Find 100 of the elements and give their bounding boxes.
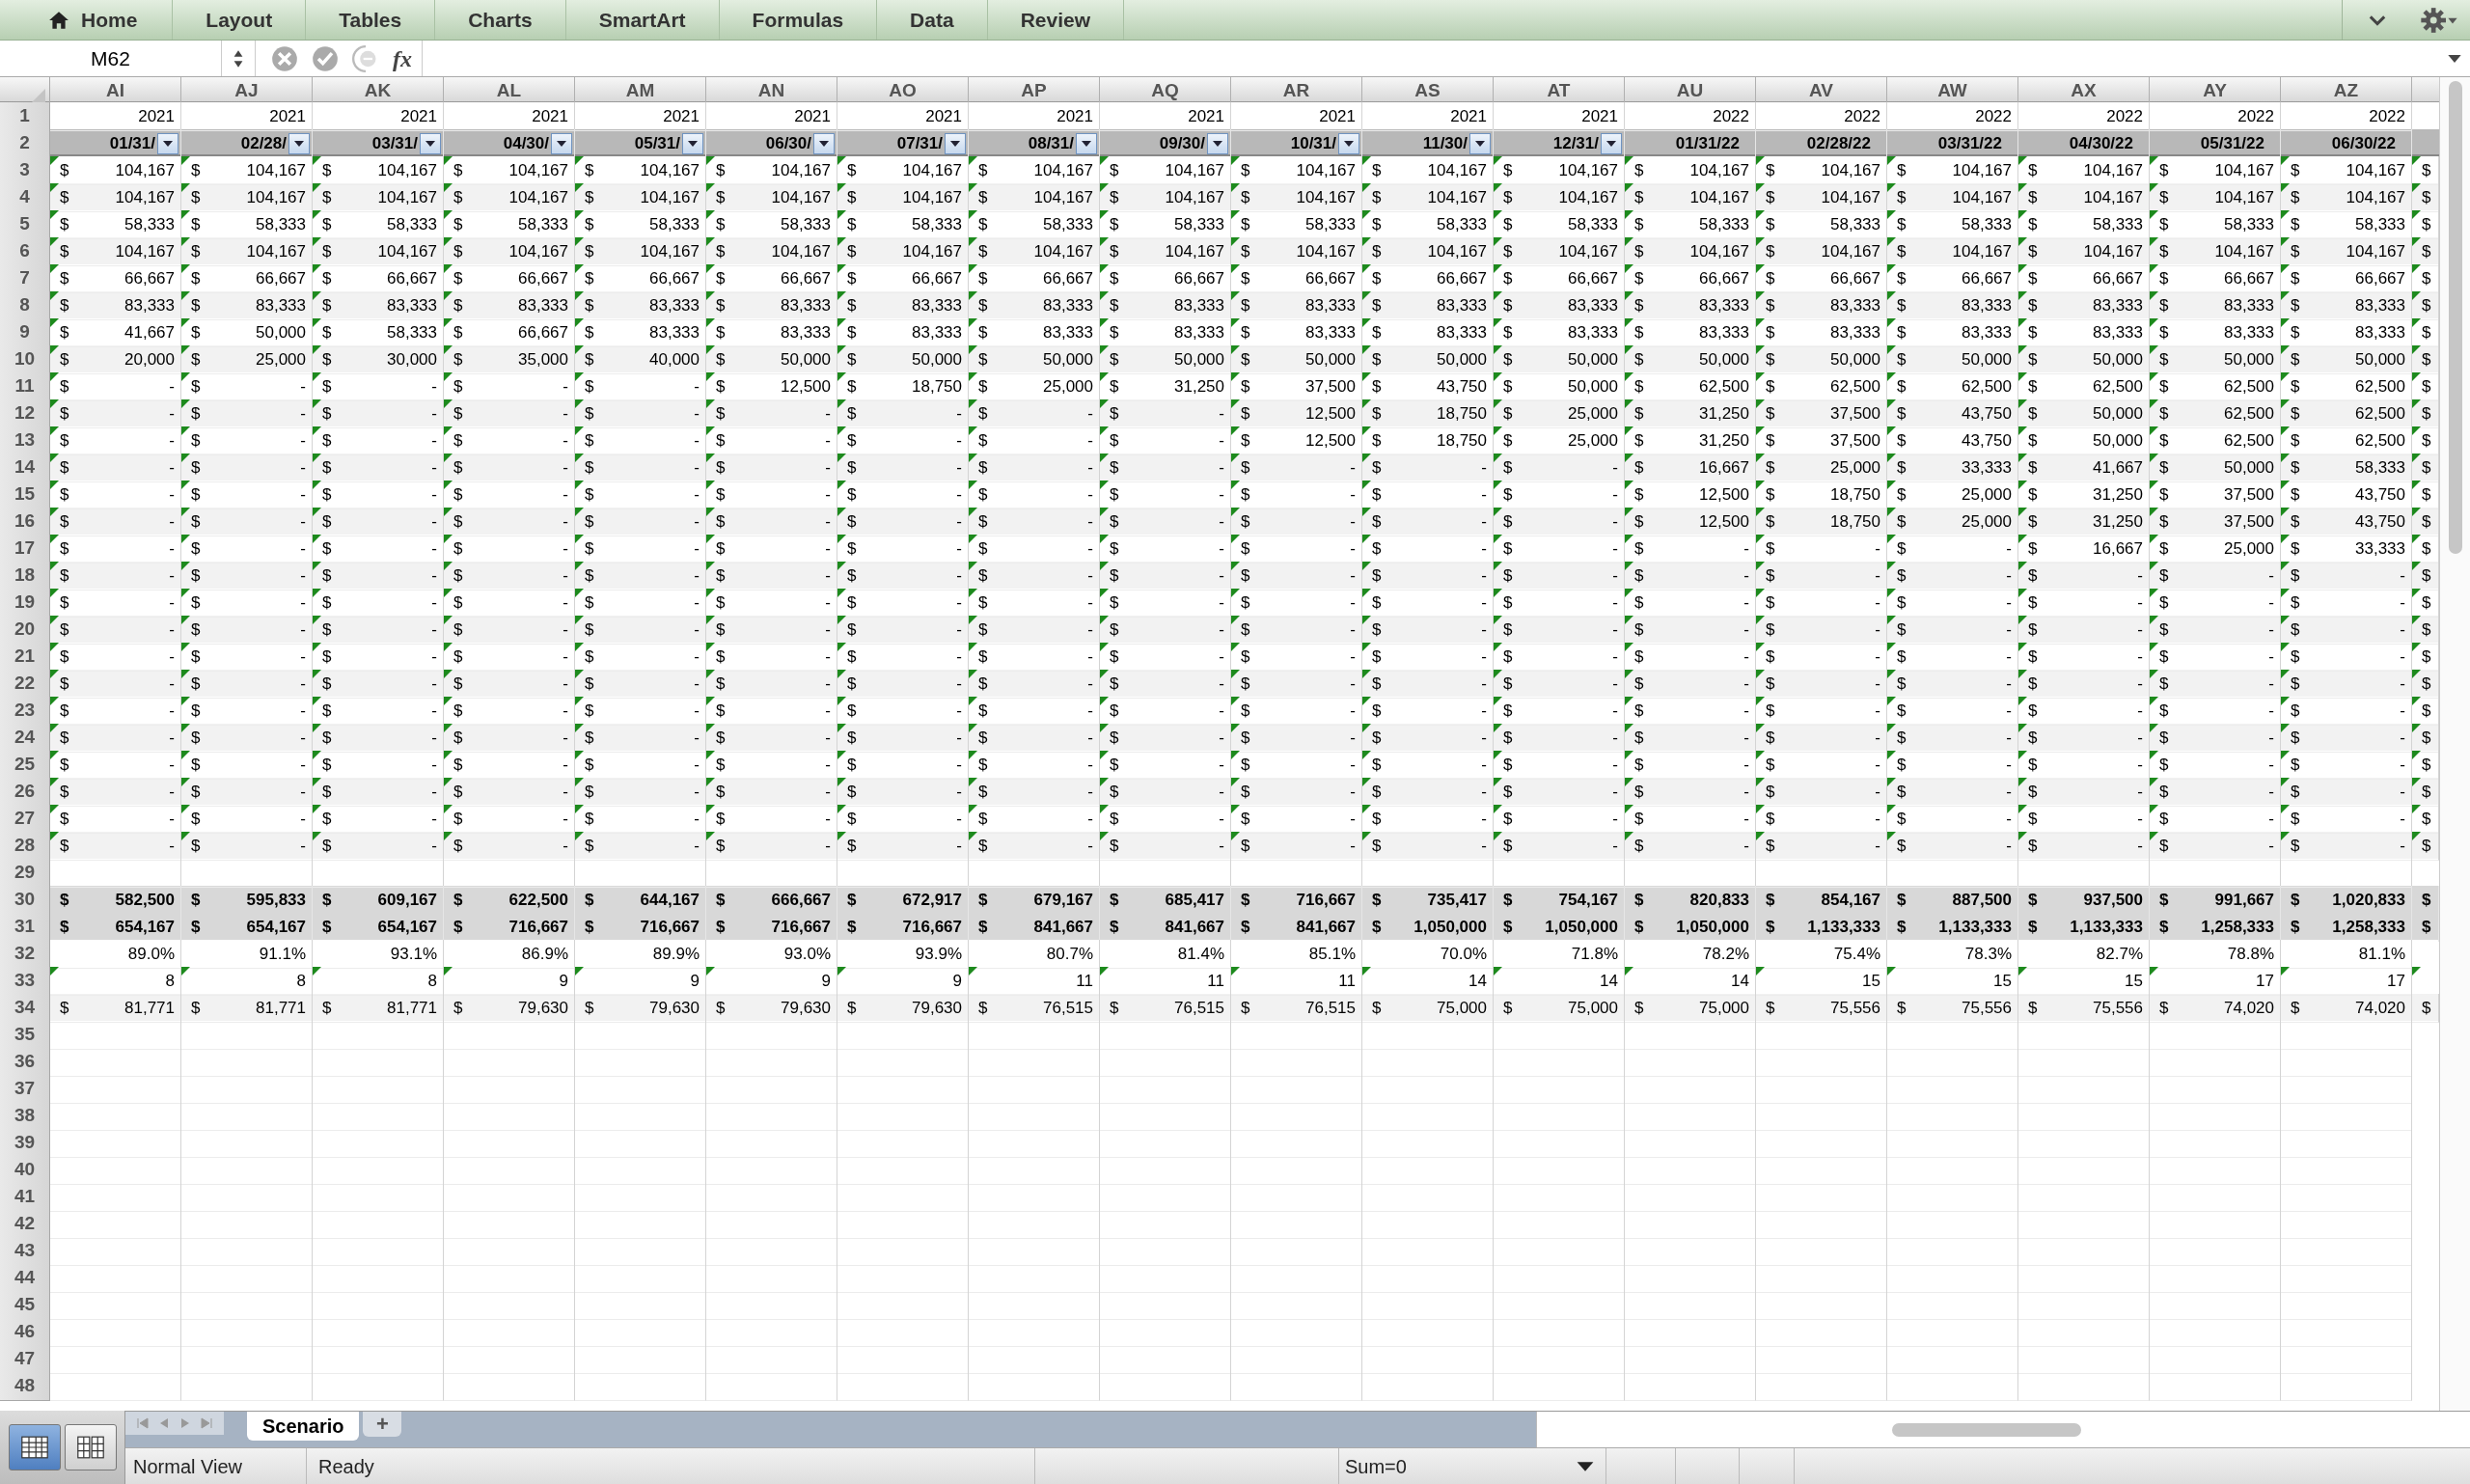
ribbon-tab[interactable]: Layout [173, 0, 307, 40]
row-header[interactable]: 17 [0, 535, 50, 563]
currency-symbol: $ [2291, 917, 2300, 938]
cell-value: 685,417 [1165, 890, 1224, 911]
row-header[interactable]: 23 [0, 697, 50, 726]
ribbon-tab[interactable]: Home [0, 0, 174, 40]
row-header[interactable]: 6 [0, 237, 50, 266]
currency-symbol: $ [2422, 618, 2431, 641]
row-header[interactable]: 20 [0, 616, 50, 645]
filter-button[interactable] [945, 132, 966, 154]
row-header[interactable]: 5 [0, 210, 50, 239]
first-sheet-icon[interactable] [137, 1417, 149, 1429]
ribbon-tab[interactable]: Formulas [719, 0, 878, 40]
row-header[interactable]: 40 [0, 1156, 50, 1185]
currency-symbol: $ [1634, 835, 1644, 857]
row-header[interactable]: 34 [0, 994, 50, 1023]
row-header[interactable]: 4 [0, 183, 50, 212]
cell-value: 104,167 [508, 240, 568, 262]
row-header[interactable]: 10 [0, 345, 50, 374]
row-header[interactable]: 31 [0, 913, 50, 942]
filter-button[interactable] [1469, 132, 1491, 154]
row-header[interactable]: 43 [0, 1237, 50, 1266]
currency-symbol: $ [2291, 835, 2300, 857]
currency-symbol: $ [2159, 159, 2169, 181]
row-header[interactable]: 42 [0, 1210, 50, 1239]
row-header[interactable]: 14 [0, 453, 50, 482]
check-icon[interactable] [312, 44, 339, 72]
sheet-tab[interactable]: Scenario [247, 1412, 360, 1441]
filter-button[interactable] [1601, 132, 1622, 154]
currency-symbol: $ [2028, 700, 2038, 722]
row-header[interactable]: 22 [0, 670, 50, 699]
insert-function-button[interactable]: fx [393, 41, 412, 76]
last-sheet-icon[interactable] [201, 1417, 212, 1429]
gear-icon[interactable] [2420, 6, 2458, 34]
row-header[interactable]: 33 [0, 967, 50, 996]
scrollbar[interactable] [1892, 1422, 2081, 1437]
cell-value: - [431, 835, 437, 857]
add-sheet-button[interactable]: + [363, 1412, 402, 1437]
filter-button[interactable] [288, 132, 310, 154]
name-box[interactable]: M62 [0, 41, 222, 76]
next-sheet-icon[interactable] [179, 1417, 191, 1429]
row-header[interactable]: 32 [0, 940, 50, 969]
row-header[interactable]: 15 [0, 481, 50, 509]
row-header[interactable]: 45 [0, 1291, 50, 1320]
filter-button[interactable] [813, 132, 835, 154]
row-header[interactable]: 46 [0, 1318, 50, 1347]
sum-dropdown[interactable]: Sum=0 [1339, 1448, 1606, 1484]
row-header[interactable]: 29 [0, 859, 50, 888]
row-header[interactable]: 21 [0, 643, 50, 672]
row-header[interactable]: 1 [0, 102, 50, 131]
ribbon-tab[interactable]: Data [877, 0, 988, 40]
row-header[interactable]: 19 [0, 589, 50, 618]
row-header[interactable]: 3 [0, 156, 50, 185]
row-header[interactable]: 24 [0, 724, 50, 753]
previous-sheet-icon[interactable] [158, 1417, 170, 1429]
row-header[interactable]: 39 [0, 1129, 50, 1158]
row-header[interactable]: 18 [0, 562, 50, 591]
currency-symbol: $ [1241, 564, 1250, 587]
row-header[interactable]: 11 [0, 372, 50, 401]
row-header[interactable]: 47 [0, 1345, 50, 1374]
filter-button[interactable] [682, 132, 703, 154]
ribbon-tab[interactable]: Review [987, 0, 1124, 40]
filter-button[interactable] [157, 132, 178, 154]
row-header[interactable]: 27 [0, 805, 50, 834]
cancel-icon[interactable] [271, 44, 298, 72]
ribbon-tab[interactable]: Charts [435, 0, 566, 40]
row-header[interactable]: 9 [0, 318, 50, 347]
date-value: 04/30/22 [2069, 133, 2133, 154]
row-header[interactable]: 2 [0, 129, 50, 158]
row-header[interactable]: 7 [0, 264, 50, 293]
currency-symbol: $ [1766, 213, 1775, 235]
filter-button[interactable] [551, 132, 572, 154]
ribbon-tab[interactable]: Tables [306, 0, 436, 40]
row-header[interactable]: 25 [0, 751, 50, 780]
row-header[interactable]: 30 [0, 886, 50, 915]
select-all-icon[interactable] [32, 88, 45, 102]
normal-view-button[interactable] [8, 1424, 61, 1470]
row-header[interactable]: 26 [0, 778, 50, 807]
filter-button[interactable] [1207, 132, 1228, 154]
filter-button[interactable] [1338, 132, 1359, 154]
row-header[interactable]: 38 [0, 1102, 50, 1131]
filter-button[interactable] [420, 132, 441, 154]
row-header[interactable]: 8 [0, 291, 50, 320]
row-header[interactable]: 36 [0, 1048, 50, 1077]
scrollbar[interactable] [2448, 81, 2462, 554]
row-header[interactable]: 13 [0, 426, 50, 455]
cell-value: - [1612, 618, 1618, 641]
row-header[interactable]: 28 [0, 832, 50, 861]
row-header[interactable]: 41 [0, 1183, 50, 1212]
row-header[interactable]: 44 [0, 1264, 50, 1293]
filter-button[interactable] [1076, 132, 1097, 154]
row-header[interactable]: 37 [0, 1075, 50, 1104]
row-header[interactable]: 35 [0, 1021, 50, 1050]
row-header[interactable]: 48 [0, 1372, 50, 1401]
row-header[interactable]: 12 [0, 399, 50, 428]
cell-value: 666,667 [771, 890, 831, 911]
row-header[interactable]: 16 [0, 508, 50, 536]
page-layout-button[interactable] [64, 1424, 117, 1470]
cell-value: 25,000 [1568, 429, 1618, 452]
ribbon-tab[interactable]: SmartArt [565, 0, 720, 40]
